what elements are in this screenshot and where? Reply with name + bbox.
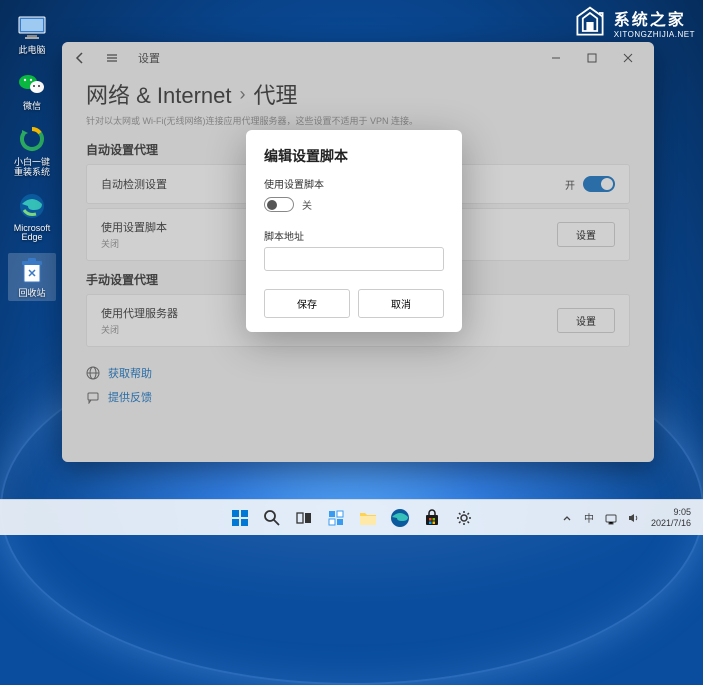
windows-icon: [230, 508, 250, 528]
tray-clock[interactable]: 9:05 2021/7/16: [647, 507, 695, 529]
widgets-button[interactable]: [321, 503, 351, 533]
desktop-icon-wechat[interactable]: 微信: [8, 66, 56, 114]
widgets-icon: [327, 509, 345, 527]
tray-chevron-up[interactable]: [559, 510, 575, 526]
system-tray: 中 9:05 2021/7/16: [559, 507, 703, 529]
desktop-icon-label: Microsoft Edge: [10, 224, 54, 244]
dialog-cancel-button[interactable]: 取消: [358, 289, 444, 318]
watermark-logo-icon: [572, 4, 608, 40]
dialog-toggle-state: 关: [302, 197, 312, 212]
taskbar: 中 9:05 2021/7/16: [0, 499, 703, 535]
reinstall-icon: [18, 126, 46, 154]
settings-taskbar-button[interactable]: [449, 503, 479, 533]
desktop-icon-recycle-bin[interactable]: 回收站: [8, 253, 56, 301]
dialog-script-toggle[interactable]: [264, 197, 294, 212]
desktop-icon-label: 回收站: [18, 289, 45, 299]
dialog-address-label: 脚本地址: [264, 228, 444, 243]
gear-icon: [455, 509, 473, 527]
desktop-icons: 此电脑 微信 小白一键重装系统 Microsoft Edge 回收站: [8, 10, 56, 301]
desktop-icon-reinstall[interactable]: 小白一键重装系统: [8, 122, 56, 180]
desktop-icon-this-pc[interactable]: 此电脑: [8, 10, 56, 58]
search-button[interactable]: [257, 503, 287, 533]
desktop-icon-label: 此电脑: [18, 46, 45, 56]
this-pc-icon: [17, 15, 47, 41]
script-address-input[interactable]: [264, 247, 444, 271]
edit-script-dialog: 编辑设置脚本 使用设置脚本 关 脚本地址 保存 取消: [246, 130, 462, 332]
store-icon: [423, 509, 441, 527]
tray-network-icon[interactable]: [603, 510, 619, 526]
tray-volume-icon[interactable]: [625, 510, 641, 526]
desktop-icon-edge[interactable]: Microsoft Edge: [8, 188, 56, 246]
tray-date: 2021/7/16: [651, 518, 691, 529]
search-icon: [263, 509, 281, 527]
desktop-icon-label: 微信: [23, 102, 41, 112]
folder-icon: [358, 509, 378, 527]
watermark-cn: 系统之家: [614, 6, 695, 30]
wechat-icon: [17, 71, 47, 97]
edge-icon: [390, 508, 410, 528]
dialog-title: 编辑设置脚本: [264, 146, 444, 166]
explorer-button[interactable]: [353, 503, 383, 533]
dialog-use-script-label: 使用设置脚本: [264, 176, 444, 191]
desktop-icon-label: 小白一键重装系统: [10, 158, 54, 178]
edge-icon: [18, 192, 46, 220]
recycle-bin-icon: [19, 256, 45, 286]
store-button[interactable]: [417, 503, 447, 533]
task-view-icon: [295, 509, 313, 527]
tray-time: 9:05: [673, 507, 691, 518]
start-button[interactable]: [225, 503, 255, 533]
task-view-button[interactable]: [289, 503, 319, 533]
site-watermark: 系统之家 XITONGZHIJIA.NET: [572, 4, 695, 40]
taskbar-center: [225, 503, 479, 533]
edge-taskbar-button[interactable]: [385, 503, 415, 533]
dialog-save-button[interactable]: 保存: [264, 289, 350, 318]
svg-text:中: 中: [584, 512, 594, 525]
tray-ime-icon[interactable]: 中: [581, 510, 597, 526]
watermark-en: XITONGZHIJIA.NET: [614, 30, 695, 39]
